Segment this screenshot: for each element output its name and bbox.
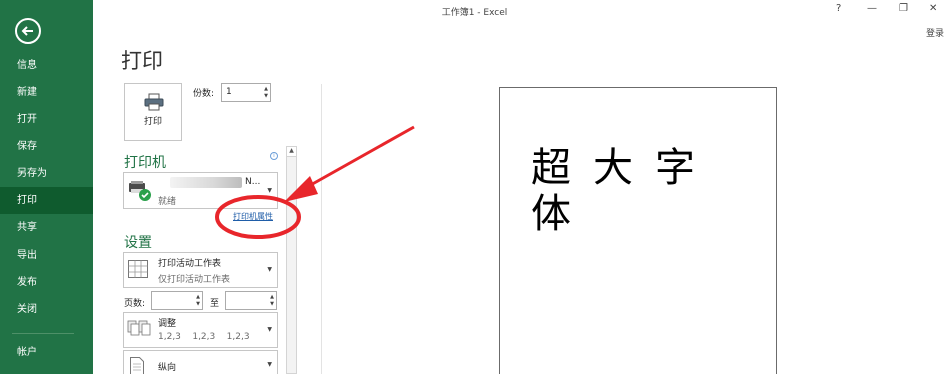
red-ellipse-annotation xyxy=(215,195,301,239)
red-annotation-overlay xyxy=(215,125,415,239)
red-arrow-shaft xyxy=(299,125,415,193)
red-arrow-head xyxy=(284,176,318,202)
